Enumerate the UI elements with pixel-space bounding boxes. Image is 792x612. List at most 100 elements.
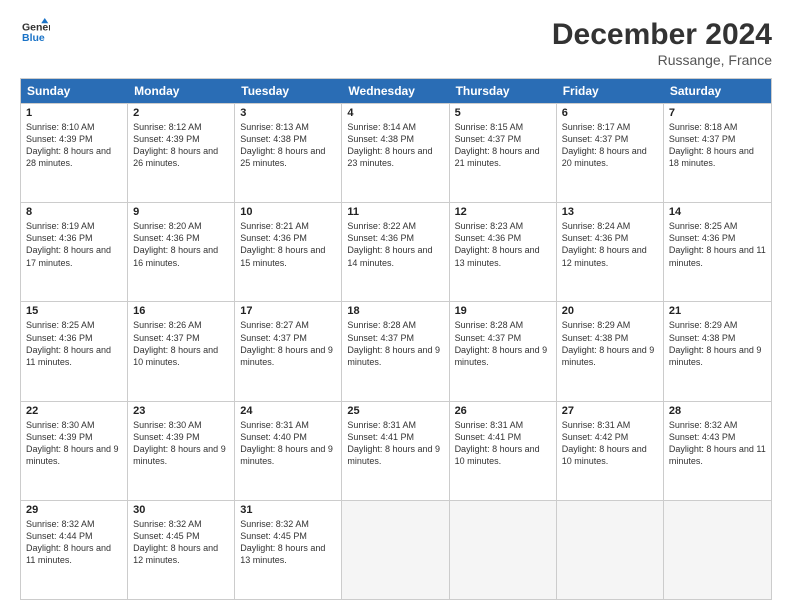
day-number: 21 [669, 305, 766, 317]
cal-cell: 14Sunrise: 8:25 AMSunset: 4:36 PMDayligh… [664, 203, 771, 301]
day-info: Sunrise: 8:20 AMSunset: 4:36 PMDaylight:… [133, 221, 218, 267]
cal-cell [342, 501, 449, 599]
day-number: 26 [455, 405, 551, 417]
day-info: Sunrise: 8:13 AMSunset: 4:38 PMDaylight:… [240, 122, 325, 168]
cal-cell: 13Sunrise: 8:24 AMSunset: 4:36 PMDayligh… [557, 203, 664, 301]
cal-cell: 16 Sunrise: 8:26 AMSunset: 4:37 PMDayligh… [128, 302, 235, 400]
day-info: Sunrise: 8:25 AMSunset: 4:36 PMDaylight:… [26, 320, 111, 366]
day-info: Sunrise: 8:12 AMSunset: 4:39 PMDaylight:… [133, 122, 218, 168]
day-info: Sunrise: 8:10 AMSunset: 4:39 PMDaylight:… [26, 122, 111, 168]
cal-cell [557, 501, 664, 599]
day-number: 20 [562, 305, 658, 317]
day-info: Sunrise: 8:14 AMSunset: 4:38 PMDaylight:… [347, 122, 432, 168]
logo-icon: General Blue [22, 18, 50, 46]
day-info: Sunrise: 8:28 AMSunset: 4:37 PMDaylight:… [347, 320, 440, 366]
day-info: Sunrise: 8:19 AMSunset: 4:36 PMDaylight:… [26, 221, 111, 267]
header-cell-thursday: Thursday [450, 79, 557, 103]
cal-cell: 5Sunrise: 8:15 AMSunset: 4:37 PMDaylight… [450, 104, 557, 202]
cal-cell: 12 Sunrise: 8:23 AMSunset: 4:36 PMDayligh… [450, 203, 557, 301]
day-number: 27 [562, 405, 658, 417]
day-number: 30 [133, 504, 229, 516]
day-number: 16 [133, 305, 229, 317]
cal-cell: 27 Sunrise: 8:31 AMSunset: 4:42 PMDayligh… [557, 402, 664, 500]
header: General Blue December 2024 Russange, Fra… [20, 18, 772, 68]
cal-cell: 21 Sunrise: 8:29 AMSunset: 4:38 PMDayligh… [664, 302, 771, 400]
page: General Blue December 2024 Russange, Fra… [0, 0, 792, 612]
cal-cell: 4 Sunrise: 8:14 AMSunset: 4:38 PMDaylight… [342, 104, 449, 202]
day-number: 17 [240, 305, 336, 317]
cal-cell: 23 Sunrise: 8:30 AMSunset: 4:39 PMDayligh… [128, 402, 235, 500]
day-info: Sunrise: 8:29 AMSunset: 4:38 PMDaylight:… [669, 320, 762, 366]
day-number: 24 [240, 405, 336, 417]
week-row-1: 1 Sunrise: 8:10 AMSunset: 4:39 PMDaylight… [21, 103, 771, 202]
day-number: 6 [562, 107, 658, 119]
cal-cell: 8 Sunrise: 8:19 AMSunset: 4:36 PMDaylight… [21, 203, 128, 301]
main-title: December 2024 [552, 18, 772, 52]
day-info: Sunrise: 8:30 AMSunset: 4:39 PMDaylight:… [26, 420, 119, 466]
cal-cell: 25Sunrise: 8:31 AMSunset: 4:41 PMDayligh… [342, 402, 449, 500]
header-cell-saturday: Saturday [664, 79, 771, 103]
cal-cell: 11 Sunrise: 8:22 AMSunset: 4:36 PMDayligh… [342, 203, 449, 301]
title-block: December 2024 Russange, France [552, 18, 772, 68]
day-number: 2 [133, 107, 229, 119]
day-info: Sunrise: 8:31 AMSunset: 4:42 PMDaylight:… [562, 420, 647, 466]
day-number: 22 [26, 405, 122, 417]
cal-cell: 20 Sunrise: 8:29 AMSunset: 4:38 PMDayligh… [557, 302, 664, 400]
header-cell-monday: Monday [128, 79, 235, 103]
cal-cell: 22 Sunrise: 8:30 AMSunset: 4:39 PMDayligh… [21, 402, 128, 500]
cal-cell: 15Sunrise: 8:25 AMSunset: 4:36 PMDayligh… [21, 302, 128, 400]
day-info: Sunrise: 8:29 AMSunset: 4:38 PMDaylight:… [562, 320, 655, 366]
cal-cell: 17Sunrise: 8:27 AMSunset: 4:37 PMDayligh… [235, 302, 342, 400]
header-cell-tuesday: Tuesday [235, 79, 342, 103]
calendar-header: SundayMondayTuesdayWednesdayThursdayFrid… [21, 79, 771, 103]
week-row-4: 22 Sunrise: 8:30 AMSunset: 4:39 PMDayligh… [21, 401, 771, 500]
svg-text:Blue: Blue [22, 32, 45, 44]
day-number: 29 [26, 504, 122, 516]
day-info: Sunrise: 8:31 AMSunset: 4:41 PMDaylight:… [455, 420, 540, 466]
cal-cell: 29 Sunrise: 8:32 AMSunset: 4:44 PMDayligh… [21, 501, 128, 599]
day-info: Sunrise: 8:32 AMSunset: 4:45 PMDaylight:… [133, 519, 218, 565]
day-info: Sunrise: 8:32 AMSunset: 4:43 PMDaylight:… [669, 420, 766, 466]
day-info: Sunrise: 8:21 AMSunset: 4:36 PMDaylight:… [240, 221, 325, 267]
day-info: Sunrise: 8:25 AMSunset: 4:36 PMDaylight:… [669, 221, 766, 267]
day-number: 12 [455, 206, 551, 218]
cal-cell [450, 501, 557, 599]
day-info: Sunrise: 8:30 AMSunset: 4:39 PMDaylight:… [133, 420, 226, 466]
week-row-5: 29 Sunrise: 8:32 AMSunset: 4:44 PMDayligh… [21, 500, 771, 599]
cal-cell: 30 Sunrise: 8:32 AMSunset: 4:45 PMDayligh… [128, 501, 235, 599]
cal-cell: 10 Sunrise: 8:21 AMSunset: 4:36 PMDayligh… [235, 203, 342, 301]
cal-cell: 19 Sunrise: 8:28 AMSunset: 4:37 PMDayligh… [450, 302, 557, 400]
day-info: Sunrise: 8:17 AMSunset: 4:37 PMDaylight:… [562, 122, 647, 168]
day-info: Sunrise: 8:28 AMSunset: 4:37 PMDaylight:… [455, 320, 548, 366]
cal-cell: 9Sunrise: 8:20 AMSunset: 4:36 PMDaylight… [128, 203, 235, 301]
day-number: 23 [133, 405, 229, 417]
cal-cell: 6 Sunrise: 8:17 AMSunset: 4:37 PMDaylight… [557, 104, 664, 202]
day-info: Sunrise: 8:22 AMSunset: 4:36 PMDaylight:… [347, 221, 432, 267]
day-info: Sunrise: 8:15 AMSunset: 4:37 PMDaylight:… [455, 122, 540, 168]
day-info: Sunrise: 8:31 AMSunset: 4:40 PMDaylight:… [240, 420, 333, 466]
day-number: 4 [347, 107, 443, 119]
week-row-3: 15Sunrise: 8:25 AMSunset: 4:36 PMDayligh… [21, 301, 771, 400]
cal-cell: 24 Sunrise: 8:31 AMSunset: 4:40 PMDayligh… [235, 402, 342, 500]
day-number: 1 [26, 107, 122, 119]
day-info: Sunrise: 8:32 AMSunset: 4:44 PMDaylight:… [26, 519, 111, 565]
day-number: 11 [347, 206, 443, 218]
cal-cell: 1 Sunrise: 8:10 AMSunset: 4:39 PMDaylight… [21, 104, 128, 202]
cal-cell: 2 Sunrise: 8:12 AMSunset: 4:39 PMDaylight… [128, 104, 235, 202]
day-number: 8 [26, 206, 122, 218]
cal-cell: 3Sunrise: 8:13 AMSunset: 4:38 PMDaylight… [235, 104, 342, 202]
day-info: Sunrise: 8:23 AMSunset: 4:36 PMDaylight:… [455, 221, 540, 267]
cal-cell: 26 Sunrise: 8:31 AMSunset: 4:41 PMDayligh… [450, 402, 557, 500]
day-info: Sunrise: 8:32 AMSunset: 4:45 PMDaylight:… [240, 519, 325, 565]
day-number: 25 [347, 405, 443, 417]
day-number: 19 [455, 305, 551, 317]
day-number: 31 [240, 504, 336, 516]
cal-cell: 18Sunrise: 8:28 AMSunset: 4:37 PMDayligh… [342, 302, 449, 400]
day-number: 10 [240, 206, 336, 218]
day-info: Sunrise: 8:26 AMSunset: 4:37 PMDaylight:… [133, 320, 218, 366]
day-number: 7 [669, 107, 766, 119]
calendar-body: 1 Sunrise: 8:10 AMSunset: 4:39 PMDaylight… [21, 103, 771, 599]
cal-cell: 31 Sunrise: 8:32 AMSunset: 4:45 PMDayligh… [235, 501, 342, 599]
subtitle: Russange, France [552, 52, 772, 68]
week-row-2: 8 Sunrise: 8:19 AMSunset: 4:36 PMDaylight… [21, 202, 771, 301]
